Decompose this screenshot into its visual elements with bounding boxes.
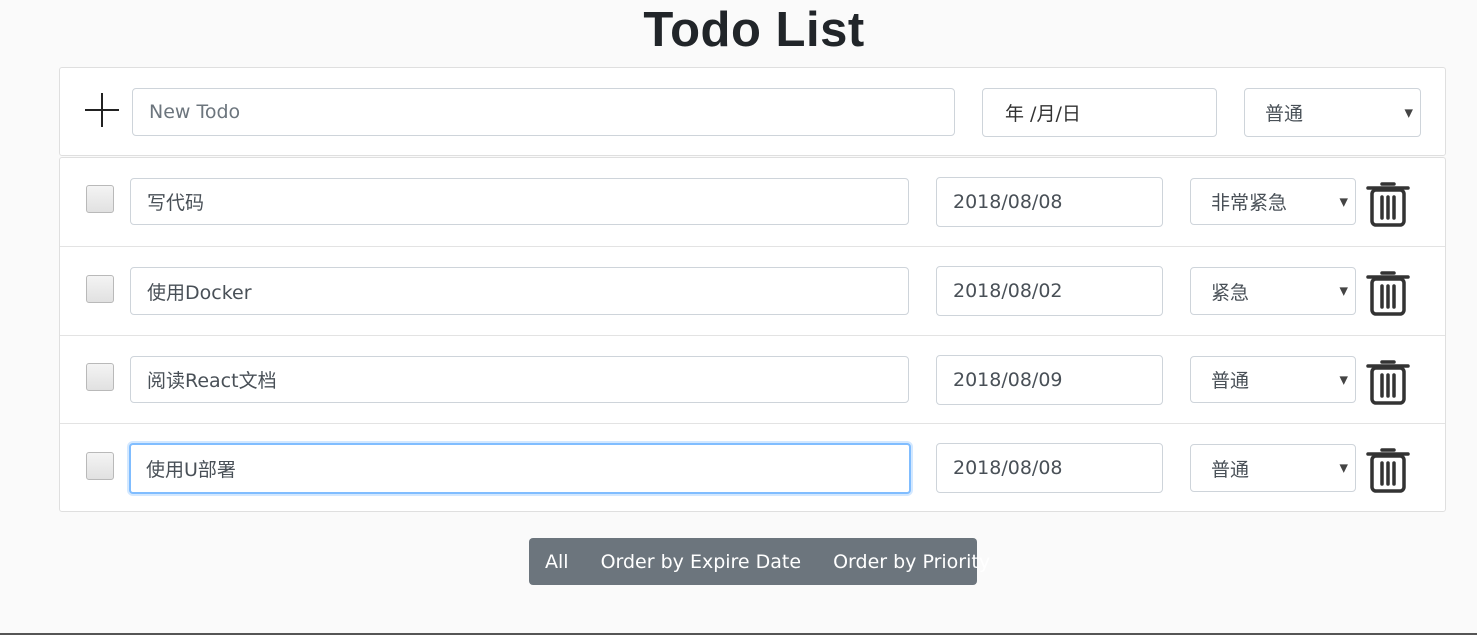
todo-text-input[interactable]: 使用Docker <box>130 267 909 315</box>
filter-all-button[interactable]: All <box>529 551 585 573</box>
priority-value: 普通 <box>1211 370 1250 392</box>
todo-checkbox[interactable] <box>86 275 114 303</box>
todo-priority-select[interactable]: 普通 ▼ <box>1190 356 1356 403</box>
todo-row: 写代码 2018/08/08 非常紧急 ▼ <box>60 158 1445 246</box>
todo-date-input[interactable]: 2018/08/08 <box>936 177 1163 227</box>
caret-down-icon: ▼ <box>1339 195 1348 208</box>
new-todo-input[interactable]: New Todo <box>132 88 955 136</box>
todo-checkbox[interactable] <box>86 363 114 391</box>
filter-expire-date-button[interactable]: Order by Expire Date <box>585 551 818 573</box>
todo-list: 写代码 2018/08/08 非常紧急 ▼ 使用Docker 2018/08/0… <box>59 157 1446 512</box>
caret-down-icon: ▼ <box>1339 461 1348 475</box>
todo-text-input[interactable]: 写代码 <box>130 178 909 225</box>
caret-down-icon: ▼ <box>1339 284 1348 298</box>
priority-value: 紧急 <box>1211 281 1250 304</box>
new-todo-date-input[interactable]: 年 /月/日 <box>982 88 1217 137</box>
caret-down-icon: ▼ <box>1339 373 1348 386</box>
priority-value: 非常紧急 <box>1211 192 1288 214</box>
caret-down-icon: ▼ <box>1404 106 1413 119</box>
todo-text-input[interactable]: 阅读React文档 <box>130 356 909 403</box>
todo-date-input[interactable]: 2018/08/09 <box>936 355 1163 405</box>
todo-date-input[interactable]: 2018/08/02 <box>936 266 1163 316</box>
new-todo-priority-select[interactable]: 普通 ▼ <box>1244 88 1421 137</box>
new-todo-panel: New Todo 年 /月/日 普通 ▼ <box>59 67 1446 156</box>
todo-priority-select[interactable]: 普通 ▼ <box>1190 444 1356 492</box>
todo-date-input[interactable]: 2018/08/08 <box>936 443 1163 493</box>
todo-priority-select[interactable]: 紧急 ▼ <box>1190 267 1356 315</box>
page-title: Todo List <box>643 3 865 57</box>
todo-checkbox[interactable] <box>86 452 114 480</box>
trash-icon[interactable] <box>1365 446 1411 494</box>
priority-value: 普通 <box>1211 458 1250 481</box>
trash-icon[interactable] <box>1365 269 1411 317</box>
todo-row: 使用U部署 2018/08/08 普通 ▼ <box>60 423 1445 512</box>
trash-icon[interactable] <box>1365 180 1411 228</box>
filter-priority-button[interactable]: Order by Priority <box>817 551 1006 573</box>
priority-value: 普通 <box>1265 103 1304 125</box>
trash-icon[interactable] <box>1365 358 1411 406</box>
plus-icon[interactable] <box>85 93 119 127</box>
todo-priority-select[interactable]: 非常紧急 ▼ <box>1190 178 1356 225</box>
todo-row: 使用Docker 2018/08/02 紧急 ▼ <box>60 246 1445 335</box>
todo-checkbox[interactable] <box>86 185 114 213</box>
todo-text-input[interactable]: 使用U部署 <box>129 443 911 494</box>
filter-button-group: All Order by Expire Date Order by Priori… <box>529 538 990 585</box>
todo-row: 阅读React文档 2018/08/09 普通 ▼ <box>60 335 1445 424</box>
